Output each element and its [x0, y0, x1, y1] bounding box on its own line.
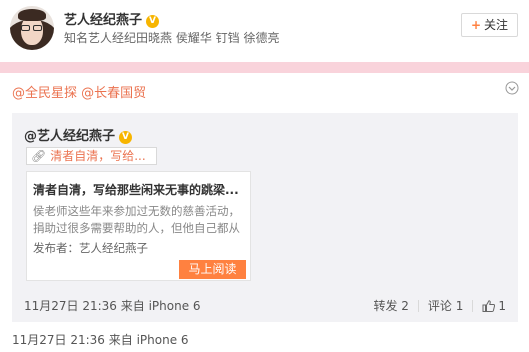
repost-box: @艺人经纪燕子 V 🔗︎ 清者自清，写给... 清者自清，写给那些闲来无事的跳梁..…: [12, 113, 518, 322]
link-chip[interactable]: 🔗︎ 清者自清，写给...: [26, 147, 157, 165]
author-name-text[interactable]: 艺人经纪燕子: [64, 13, 142, 28]
article-publisher: 发布者：艺人经纪燕子: [33, 241, 148, 255]
comment-button[interactable]: 评论 1: [428, 299, 463, 313]
follow-label: 关注: [484, 18, 509, 32]
article-summary: 侯老师这些年来参加过无数的慈善活动， 捐助过很多需要帮助的人，但他自己都从: [33, 203, 247, 237]
profile-header: 艺人经纪燕子 V 知名艺人经纪田晓燕 侯耀华 钉铛 徐德亮 + 关注: [0, 0, 529, 60]
post-meta: 11月27日 21:36 来自 iPhone 6: [12, 331, 189, 348]
follow-button[interactable]: + 关注: [461, 13, 518, 37]
article-summary-line: 捐助过很多需要帮助的人，但他自己都从: [33, 221, 240, 235]
repost-source: 来自 iPhone 6: [120, 299, 201, 313]
divider: [472, 300, 474, 312]
post-text[interactable]: @全民星探 @长春国贸: [12, 82, 146, 101]
article-title[interactable]: 清者自清，写给那些闲来无事的跳梁...: [33, 181, 239, 198]
verified-badge-icon: V: [119, 131, 133, 144]
verified-badge-icon: V: [146, 15, 160, 28]
divider: [417, 300, 419, 312]
original-author-name[interactable]: @艺人经纪燕子: [24, 129, 115, 144]
link-icon: 🔗︎: [31, 149, 47, 163]
link-chip-text: 清者自清，写给...: [50, 149, 146, 163]
avatar[interactable]: [10, 6, 54, 50]
thumbs-up-icon: [482, 300, 496, 312]
repost-time[interactable]: 11月27日 21:36: [24, 299, 117, 313]
article-summary-line: 侯老师这些年来参加过无数的慈善活动，: [33, 204, 240, 218]
original-author[interactable]: @艺人经纪燕子 V: [24, 125, 133, 144]
like-count: 1: [498, 299, 506, 313]
post-time[interactable]: 11月27日 21:36: [12, 333, 105, 347]
read-now-button[interactable]: 马上阅读: [179, 260, 246, 279]
chevron-down-icon[interactable]: [505, 81, 519, 95]
repost-button[interactable]: 转发 2: [373, 299, 408, 313]
like-button[interactable]: 1: [482, 299, 506, 313]
repost-meta: 11月27日 21:36 来自 iPhone 6: [24, 297, 201, 314]
divider-band: [0, 62, 529, 73]
plus-icon: +: [470, 18, 482, 32]
article-card[interactable]: 清者自清，写给那些闲来无事的跳梁... 侯老师这些年来参加过无数的慈善活动， 捐…: [26, 171, 251, 281]
post-source: 来自 iPhone 6: [108, 333, 189, 347]
repost-actions: 转发 2 评论 1 1: [373, 297, 506, 314]
author-name[interactable]: 艺人经纪燕子 V: [64, 9, 160, 28]
author-description: 知名艺人经纪田晓燕 侯耀华 钉铛 徐德亮: [64, 31, 280, 45]
